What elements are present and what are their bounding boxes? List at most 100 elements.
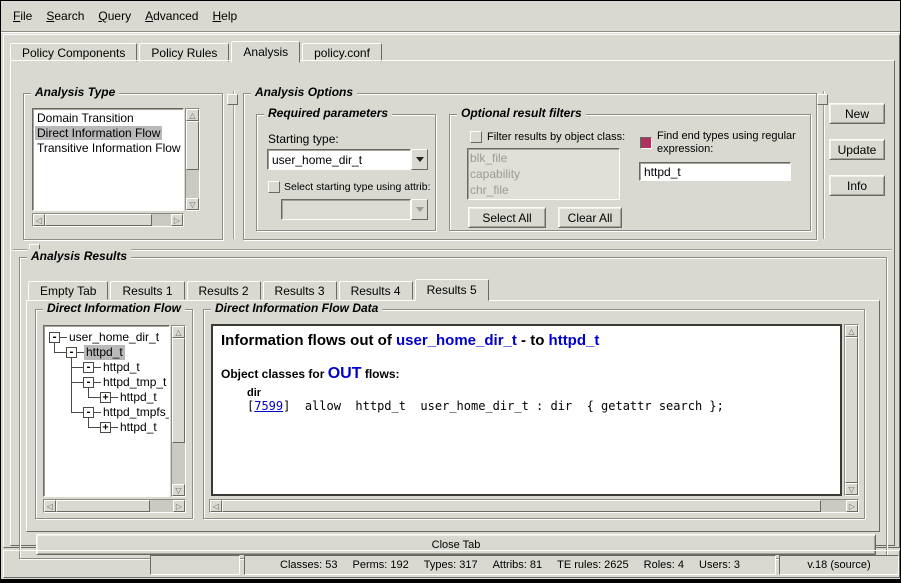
scroll-up-icon[interactable]: △ — [172, 326, 185, 338]
pane-sash-vertical-1[interactable] — [233, 91, 234, 239]
stat-attribs: Attribs: 81 — [493, 559, 543, 571]
scroll-thumb[interactable] — [45, 214, 152, 226]
tree-node-httpd-tmp-t[interactable]: httpd_tmp_t — [101, 375, 168, 390]
starting-type-combobox[interactable] — [267, 149, 428, 170]
results-tab-results-4[interactable]: Results 4 — [339, 281, 413, 300]
results-tab-results-3[interactable]: Results 3 — [263, 281, 337, 300]
scroll-down-icon[interactable]: ▽ — [186, 198, 199, 210]
update-button[interactable]: Update — [829, 139, 885, 160]
object-class-item: capability — [468, 166, 619, 182]
analysis-type-legend: Analysis Type — [31, 85, 119, 99]
combobox-dropdown-button-disabled — [411, 199, 428, 220]
menu-item-help[interactable]: Help — [212, 9, 237, 23]
object-class-listbox: blk_filecapabilitychr_file — [467, 148, 620, 200]
flow-data-textarea[interactable]: Information flows out of user_home_dir_t… — [211, 324, 842, 496]
tree-expander-minus-icon[interactable]: - — [83, 407, 94, 418]
optional-filters-group: Optional result filters Filter results b… — [449, 114, 811, 231]
tree-node-httpd-t[interactable]: httpd_t — [118, 420, 159, 435]
scroll-left-icon[interactable]: ◁ — [44, 500, 56, 512]
data-hscrollbar[interactable]: ◁ ▷ — [209, 499, 859, 513]
required-parameters-legend: Required parameters — [264, 106, 392, 120]
regex-label-line1: Find end types using regular — [657, 130, 796, 142]
analysis-options-legend: Analysis Options — [251, 85, 357, 99]
pane-sash-horizontal[interactable] — [13, 249, 892, 250]
tree-node-httpd-tmpfs-t[interactable]: httpd_tmpfs_t — [101, 405, 170, 420]
tree-node-user-home-dir-t[interactable]: user_home_dir_t — [67, 330, 161, 345]
rule-number-link[interactable]: 7599 — [254, 399, 283, 413]
combobox-dropdown-button[interactable] — [411, 149, 428, 170]
scroll-thumb[interactable] — [56, 500, 150, 512]
scroll-down-icon[interactable]: ▽ — [845, 483, 858, 495]
scroll-down-icon[interactable]: ▽ — [172, 484, 185, 496]
regex-input[interactable] — [639, 162, 791, 181]
flow-tree-group: Direct Information Flow T -user_home_dir… — [35, 309, 193, 519]
policy-version: v.18 (source) — [779, 555, 899, 575]
sash-handle[interactable] — [817, 94, 828, 105]
policy-stats: Classes: 53Perms: 192Types: 317Attribs: … — [244, 555, 776, 575]
info-button[interactable]: Info — [829, 175, 885, 196]
stat-types: Types: 317 — [424, 559, 478, 571]
results-tabbar: Empty TabResults 1Results 2Results 3Resu… — [28, 278, 491, 300]
tree-expander-minus-icon[interactable]: - — [83, 362, 94, 373]
flow-title: Information flows out of user_home_dir_t… — [221, 332, 832, 349]
scroll-thumb[interactable] — [845, 337, 858, 483]
data-vscrollbar[interactable]: △ ▽ — [844, 324, 859, 496]
analysis-type-hscrollbar[interactable]: ◁ ▷ — [32, 213, 184, 227]
tree-expander-minus-icon[interactable]: - — [49, 332, 60, 343]
regex-checkbox[interactable] — [640, 137, 652, 149]
analysis-type-vscrollbar[interactable]: △ ▽ — [185, 108, 200, 211]
tab-analysis[interactable]: Analysis — [231, 41, 300, 63]
stat-te-rules: TE rules: 2625 — [557, 559, 629, 571]
scroll-up-icon[interactable]: △ — [186, 109, 199, 121]
select-all-button[interactable]: Select All — [468, 207, 546, 228]
tree-vscrollbar[interactable]: △ ▽ — [171, 325, 186, 497]
chevron-down-icon — [416, 157, 424, 162]
menu-item-file[interactable]: File — [13, 9, 32, 23]
attrib-combo-value — [281, 199, 411, 220]
tree-node-httpd-t[interactable]: httpd_t — [101, 360, 142, 375]
starting-type-value[interactable] — [267, 149, 411, 170]
stat-classes: Classes: 53 — [280, 559, 337, 571]
tree-node-httpd-t[interactable]: httpd_t — [118, 390, 159, 405]
menu-item-search[interactable]: Search — [46, 9, 84, 23]
scroll-right-icon[interactable]: ▷ — [846, 500, 858, 512]
analysis-options-group: Analysis Options Required parameters Sta… — [243, 93, 817, 240]
analysis-type-item-domain-transition[interactable]: Domain Transition — [33, 111, 183, 126]
results-tab-results-2[interactable]: Results 2 — [187, 281, 261, 300]
flow-tree-canvas[interactable]: -user_home_dir_t-httpd_t-httpd_t-httpd_t… — [43, 325, 170, 497]
pane-sash-vertical-2[interactable] — [823, 91, 824, 239]
clear-all-button[interactable]: Clear All — [558, 207, 622, 228]
scroll-thumb[interactable] — [222, 500, 821, 512]
tree-expander-minus-icon[interactable]: - — [66, 347, 77, 358]
tree-node-httpd-t[interactable]: httpd_t — [84, 345, 125, 360]
analysis-type-item-transitive-information-flow[interactable]: Transitive Information Flow — [33, 141, 183, 156]
tree-hscrollbar[interactable]: ◁ ▷ — [43, 499, 186, 513]
status-bar: Classes: 53Perms: 192Types: 317Attribs: … — [3, 550, 900, 578]
tree-expander-plus-icon[interactable]: + — [100, 422, 111, 433]
sash-handle[interactable] — [227, 94, 238, 105]
starting-type-label: Starting type: — [268, 132, 339, 146]
results-tab-results-1[interactable]: Results 1 — [110, 281, 184, 300]
attrib-combobox — [281, 199, 428, 220]
results-tab-results-5[interactable]: Results 5 — [415, 279, 489, 301]
results-tab-empty-tab[interactable]: Empty Tab — [28, 281, 108, 300]
scroll-right-icon[interactable]: ▷ — [171, 214, 183, 226]
scroll-left-icon[interactable]: ◁ — [33, 214, 45, 226]
scroll-up-icon[interactable]: △ — [845, 325, 858, 337]
menu-item-query[interactable]: Query — [98, 9, 131, 23]
scroll-left-icon[interactable]: ◁ — [210, 500, 222, 512]
menu-item-advanced[interactable]: Advanced — [145, 9, 198, 23]
new-button[interactable]: New — [829, 103, 885, 124]
attrib-checkbox[interactable] — [268, 181, 280, 193]
tree-expander-minus-icon[interactable]: - — [83, 377, 94, 388]
analysis-type-item-direct-information-flow[interactable]: Direct Information Flow — [33, 126, 183, 141]
filter-by-class-checkbox[interactable] — [470, 131, 482, 143]
scroll-thumb[interactable] — [186, 121, 199, 170]
scroll-right-icon[interactable]: ▷ — [173, 500, 185, 512]
flow-data-group: Direct Information Flow Data Information… — [203, 309, 865, 519]
flow-direction: OUT — [328, 365, 362, 382]
scroll-thumb[interactable] — [172, 338, 185, 443]
object-class-item: blk_file — [468, 150, 619, 166]
analysis-type-listbox[interactable]: Domain TransitionDirect Information Flow… — [32, 108, 184, 211]
tree-expander-plus-icon[interactable]: + — [100, 392, 111, 403]
